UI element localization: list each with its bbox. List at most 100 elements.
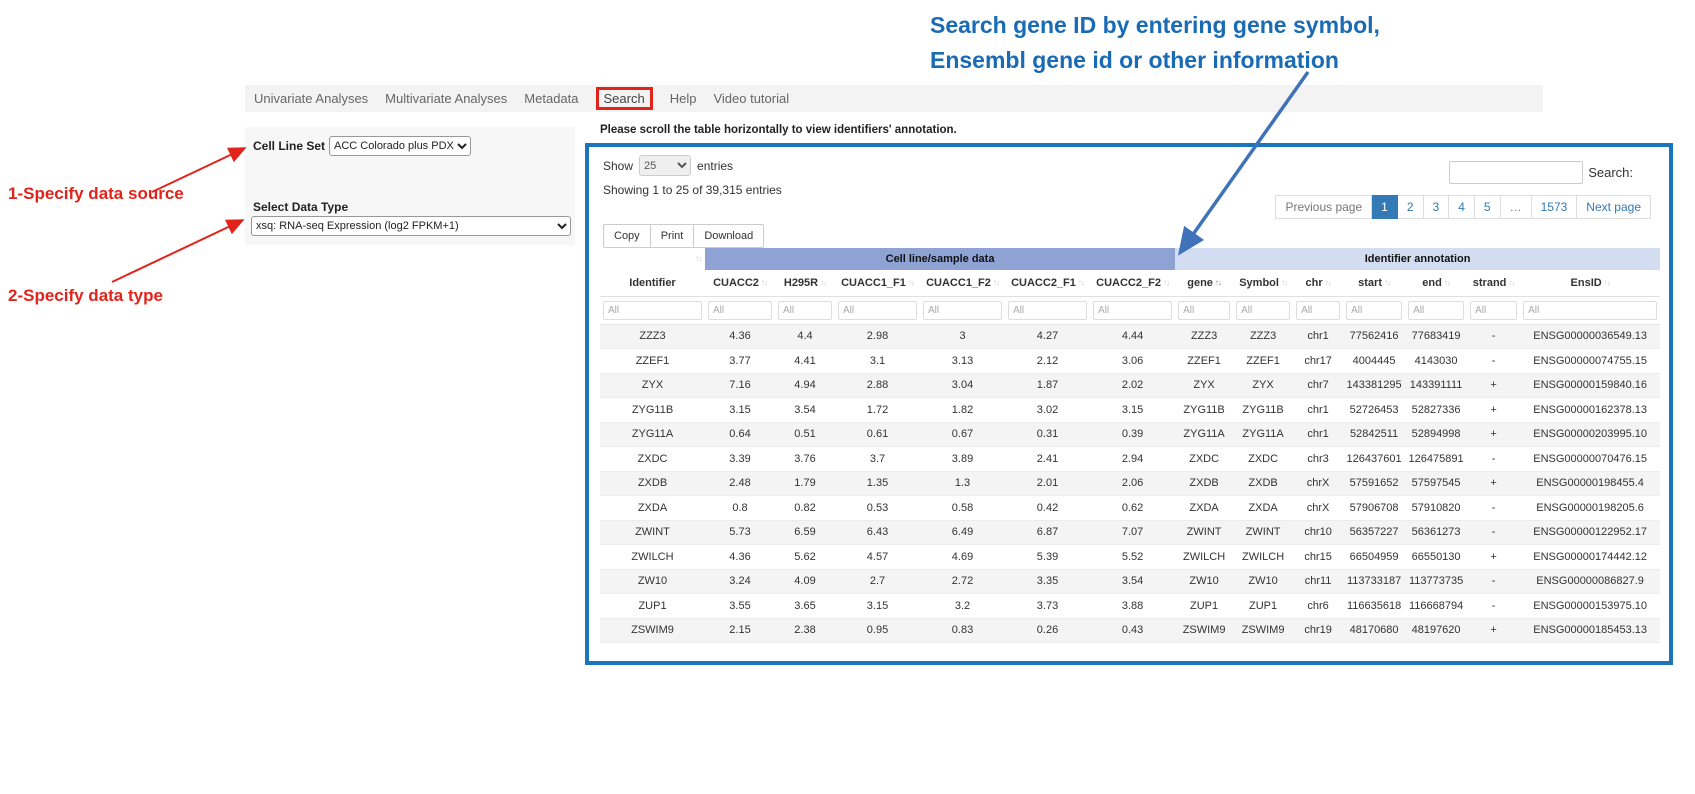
cell-cuacc1_f2: 3.04 [920,373,1005,398]
nav-item-help[interactable]: Help [670,91,697,106]
cell-cuacc1_f2: 1.82 [920,398,1005,423]
filter-input-cuacc2_f1[interactable] [1008,301,1087,320]
top-nav: Univariate Analyses Multivariate Analyses… [245,85,1543,112]
export-buttons: CopyPrintDownload [603,224,764,248]
group-header-row: ↑↓ Cell line/sample data Identifier anno… [600,248,1660,270]
column-header-strand[interactable]: strand↑↓ [1467,270,1520,296]
column-header-symbol[interactable]: Symbol↑↓ [1233,270,1293,296]
nav-item-video-tutorial[interactable]: Video tutorial [713,91,789,106]
page-button-1[interactable]: 1 [1372,195,1398,219]
column-label: CUACC2_F2 [1096,277,1161,289]
table-search: Search: [1449,161,1633,184]
column-header-cuacc1_f2[interactable]: CUACC1_F2↑↓ [920,270,1005,296]
cell-ensid: ENSG00000198205.6 [1520,496,1660,521]
filter-input-chr[interactable] [1296,301,1340,320]
column-header-cuacc2_f1[interactable]: CUACC2_F1↑↓ [1005,270,1090,296]
cell-identifier: ZWINT [600,520,705,545]
column-header-row: IdentifierCUACC2↑↓H295R↑↓CUACC1_F1↑↓CUAC… [600,270,1660,296]
group-header-identifier-annotation: Identifier annotation [1175,248,1660,270]
filter-input-strand[interactable] [1470,301,1517,320]
cell-symbol: ZXDC [1233,447,1293,472]
filter-input-symbol[interactable] [1236,301,1290,320]
page-button-2[interactable]: 2 [1398,195,1424,219]
cell-end: 57597545 [1405,471,1467,496]
cell-cuacc2: 4.36 [705,545,775,570]
column-header-ensid[interactable]: EnsID↑↓ [1520,270,1660,296]
cell-symbol: ZYG11B [1233,398,1293,423]
entries-per-page-select[interactable]: 25 [639,155,691,176]
column-label: CUACC2 [713,277,759,289]
column-header-chr[interactable]: chr↑↓ [1293,270,1343,296]
filter-input-start[interactable] [1346,301,1402,320]
column-label: start [1358,277,1382,289]
filter-input-end[interactable] [1408,301,1464,320]
nav-item-search[interactable]: Search [596,87,653,110]
filter-input-gene[interactable] [1178,301,1230,320]
data-type-select[interactable]: xsq: RNA-seq Expression (log2 FPKM+1) [251,216,571,236]
nav-item-univariate-analyses[interactable]: Univariate Analyses [254,91,368,106]
download-button[interactable]: Download [694,224,764,248]
table-row-zwilch: ZWILCH4.365.624.574.695.395.52ZWILCHZWIL… [600,545,1660,570]
filter-input-cuacc1_f2[interactable] [923,301,1002,320]
group-header-cell-line: Cell line/sample data [705,248,1175,270]
cell-h295r: 3.65 [775,594,835,619]
table-row-zyg11a: ZYG11A0.640.510.610.670.310.39ZYG11AZYG1… [600,422,1660,447]
identifier-group-cell[interactable]: ↑↓ [600,248,705,270]
filter-input-cuacc2_f2[interactable] [1093,301,1172,320]
previous-page-button[interactable]: Previous page [1275,195,1372,219]
column-header-cuacc1_f1[interactable]: CUACC1_F1↑↓ [835,270,920,296]
column-header-end[interactable]: end↑↓ [1405,270,1467,296]
filter-input-h295r[interactable] [778,301,832,320]
column-header-h295r[interactable]: H295R↑↓ [775,270,835,296]
cell-cuacc2: 5.73 [705,520,775,545]
column-header-start[interactable]: start↑↓ [1343,270,1405,296]
cell-gene: ZYG11A [1175,422,1233,447]
search-input[interactable] [1449,161,1583,184]
cell-gene: ZUP1 [1175,594,1233,619]
page-button-1573[interactable]: 1573 [1532,195,1578,219]
table-row-zzef1: ZZEF13.774.413.13.132.123.06ZZEF1ZZEF1ch… [600,349,1660,374]
cell-cuacc2: 3.39 [705,447,775,472]
copy-button[interactable]: Copy [603,224,651,248]
sort-icon: ↑↓ [1325,278,1331,287]
cell-start: 143381295 [1343,373,1405,398]
data-type-label: Select Data Type [253,200,348,214]
page-button-4[interactable]: 4 [1449,195,1475,219]
print-button[interactable]: Print [651,224,695,248]
column-label: CUACC1_F2 [926,277,991,289]
filter-input-ensid[interactable] [1523,301,1657,320]
cell-symbol: ZWILCH [1233,545,1293,570]
cell-gene: ZZEF1 [1175,349,1233,374]
cell-cuacc1_f1: 3.15 [835,594,920,619]
column-label: Symbol [1239,277,1279,289]
column-header-cuacc2[interactable]: CUACC2↑↓ [705,270,775,296]
cell-identifier: ZWILCH [600,545,705,570]
cell-cuacc1_f1: 6.43 [835,520,920,545]
cell-end: 77683419 [1405,324,1467,349]
cell-identifier: ZUP1 [600,594,705,619]
cell-cuacc1_f2: 0.83 [920,618,1005,643]
column-label: CUACC2_F1 [1011,277,1076,289]
page-button-3[interactable]: 3 [1424,195,1450,219]
filter-input-identifier[interactable] [603,301,702,320]
cell-strand: - [1467,447,1520,472]
cell-identifier: ZXDA [600,496,705,521]
column-header-identifier[interactable]: Identifier [600,270,705,296]
next-page-button[interactable]: Next page [1577,195,1651,219]
cell-cuacc2_f1: 0.26 [1005,618,1090,643]
cell-cuacc2: 4.36 [705,324,775,349]
nav-item-multivariate-analyses[interactable]: Multivariate Analyses [385,91,507,106]
cell-line-set-select[interactable]: ACC Colorado plus PDX [329,136,471,156]
column-header-cuacc2_f2[interactable]: CUACC2_F2↑↓ [1090,270,1175,296]
cell-symbol: ZZEF1 [1233,349,1293,374]
page-button-5[interactable]: 5 [1475,195,1501,219]
cell-end: 116668794 [1405,594,1467,619]
cell-cuacc1_f1: 2.98 [835,324,920,349]
sort-icon: ↑↓ [761,278,767,287]
column-header-gene[interactable]: gene↑↓ [1175,270,1233,296]
filter-input-cuacc1_f1[interactable] [838,301,917,320]
filter-input-cuacc2[interactable] [708,301,772,320]
nav-item-metadata[interactable]: Metadata [524,91,578,106]
cell-start: 56357227 [1343,520,1405,545]
entries-label: entries [697,159,733,173]
